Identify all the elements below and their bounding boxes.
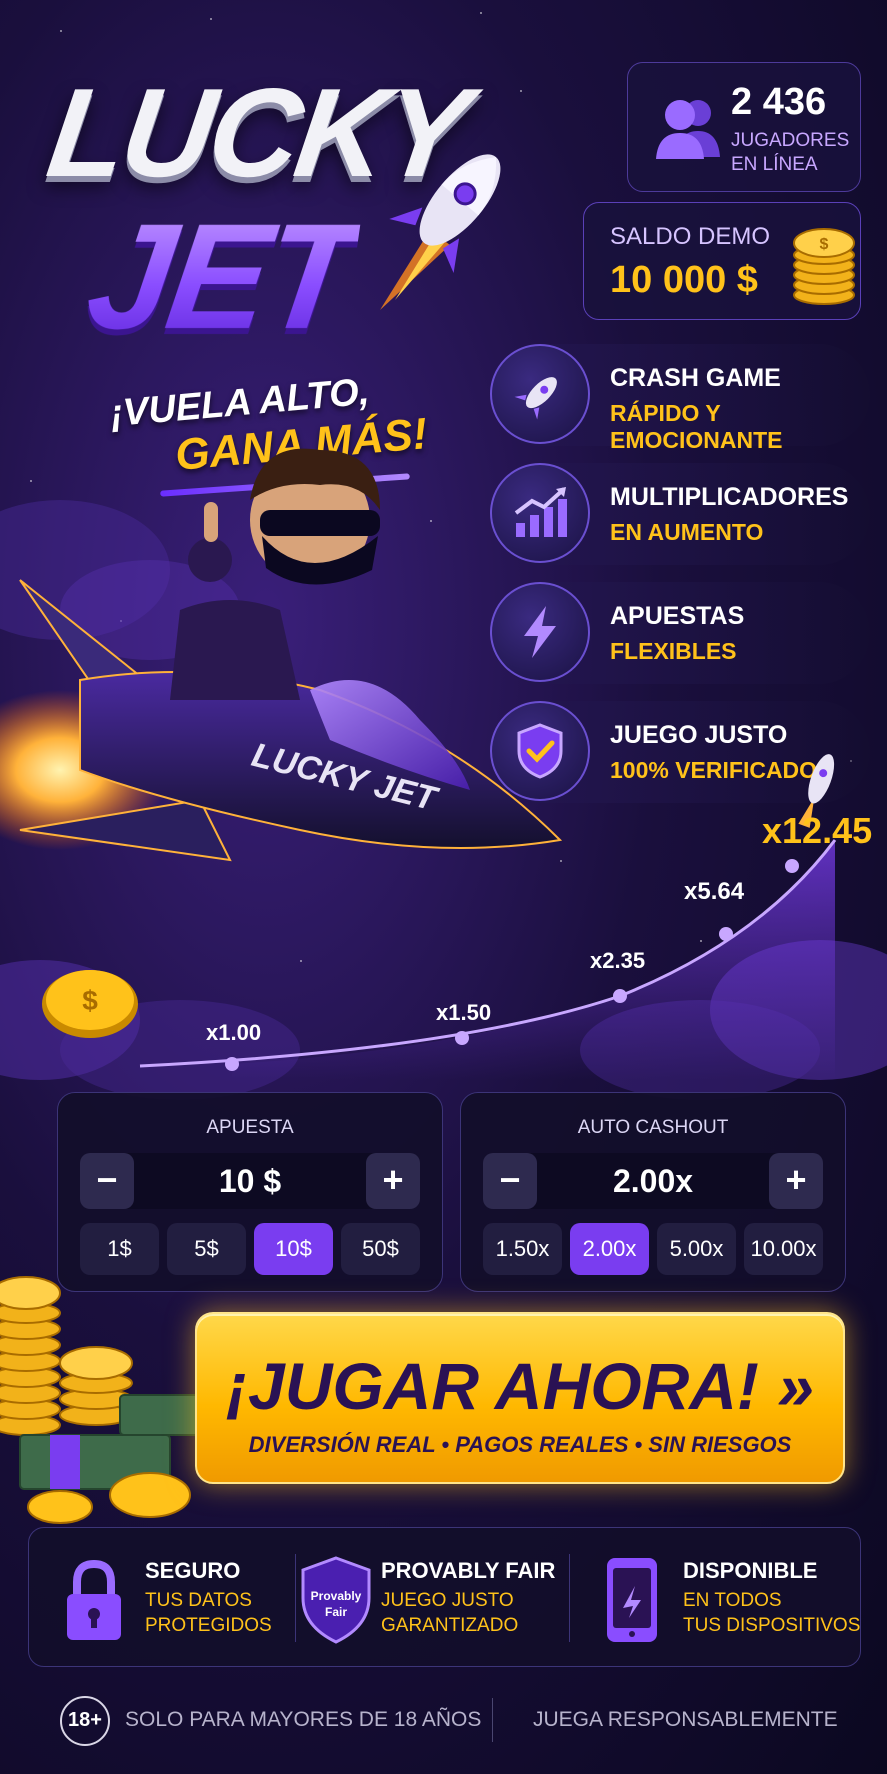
demo-balance-card: SALDO DEMO 10 000 $ $ <box>583 202 861 320</box>
cashout-chip[interactable]: 10.00x <box>744 1223 823 1275</box>
svg-text:$: $ <box>820 236 829 253</box>
multiplier-point <box>225 1057 239 1071</box>
trust-provably-fair: Provably Fair PROVABLY FAIR JUEGO JUSTO … <box>299 1552 559 1648</box>
rocket-icon <box>514 377 557 420</box>
trust-subtitle-line: TUS DISPOSITIVOS <box>683 1615 861 1636</box>
auto-cashout-panel: AUTO CASHOUT − 2.00x + 1.50x 2.00x 5.00x… <box>460 1092 846 1292</box>
trust-title: PROVABLY FAIR <box>381 1558 556 1583</box>
divider <box>295 1554 296 1642</box>
divider <box>492 1698 493 1742</box>
bet-stepper: − 10 $ + <box>80 1153 420 1209</box>
trust-subtitle: EN TODOS TUS DISPOSITIVOS <box>683 1588 860 1638</box>
multiplier-label: x1.50 <box>436 1000 492 1025</box>
multiplier-point <box>455 1031 469 1045</box>
multiplier-label: x5.64 <box>684 878 745 905</box>
cashout-chip[interactable]: 5.00x <box>657 1223 736 1275</box>
trust-subtitle-line: EN TODOS <box>683 1590 782 1611</box>
cashout-quick-chips: 1.50x 2.00x 5.00x 10.00x <box>483 1223 823 1275</box>
feature-crash-game-badge <box>490 344 590 444</box>
trust-title: SEGURO <box>145 1558 241 1583</box>
coins-icon: $ <box>793 228 855 305</box>
users-icon <box>656 100 720 159</box>
multiplier-point <box>719 927 733 941</box>
shield-badge-line2: Fair <box>325 1605 347 1619</box>
play-now-label: ¡JUGAR AHORA! » <box>226 1349 814 1423</box>
logo-rocket-icon <box>380 154 501 310</box>
feature-subtitle: EN AUMENTO <box>610 519 764 545</box>
age-restriction-text: SOLO PARA MAYORES DE 18 AÑOS <box>125 1708 482 1731</box>
multiplier-label: x2.35 <box>590 948 646 973</box>
auto-cashout-title: AUTO CASHOUT <box>577 1117 729 1138</box>
trust-subtitle: JUEGO JUSTO GARANTIZADO <box>381 1588 518 1638</box>
multiplier-point <box>785 859 799 873</box>
bet-chip[interactable]: 50$ <box>341 1223 420 1275</box>
bet-increase-button[interactable]: + <box>366 1153 420 1209</box>
trust-subtitle-line: JUEGO JUSTO <box>381 1590 514 1611</box>
cashout-multiplier-value[interactable]: 2.00x <box>553 1153 753 1209</box>
feature-title: CRASH GAME <box>610 364 781 392</box>
bet-panel-title: APUESTA <box>206 1117 294 1138</box>
trust-available: DISPONIBLE EN TODOS TUS DISPOSITIVOS <box>601 1552 860 1648</box>
age-restriction-badge: 18+ <box>60 1696 110 1746</box>
logo-jet: JET <box>78 190 365 363</box>
play-now-button[interactable]: ¡JUGAR AHORA! » DIVERSIÓN REAL • PAGOS R… <box>195 1312 845 1484</box>
feature-title: MULTIPLICADORES <box>610 483 849 511</box>
shield-badge-line1: Provably <box>311 1589 362 1603</box>
phone-icon <box>607 1558 657 1642</box>
trust-title: DISPONIBLE <box>683 1558 818 1583</box>
feature-subtitle: FLEXIBLES <box>610 638 737 664</box>
shield-provably-fair-icon: Provably Fair <box>301 1556 371 1644</box>
money-pile-illustration <box>0 1276 201 1524</box>
play-now-subtitle: DIVERSIÓN REAL • PAGOS REALES • SIN RIES… <box>248 1432 792 1457</box>
bet-chip-selected[interactable]: 10$ <box>254 1223 333 1275</box>
trust-subtitle-line: GARANTIZADO <box>381 1615 519 1636</box>
cashout-chip[interactable]: 1.50x <box>483 1223 562 1275</box>
lock-icon <box>67 1559 121 1640</box>
bet-decrease-button[interactable]: − <box>80 1153 134 1209</box>
trust-secure: SEGURO TUS DATOS PROTEGIDOS <box>63 1552 293 1648</box>
bet-amount-value[interactable]: 10 $ <box>150 1153 350 1209</box>
trust-subtitle: TUS DATOS PROTEGIDOS <box>145 1588 272 1638</box>
feature-subtitle: RÁPIDO Y EMOCIONANTE <box>610 400 783 453</box>
multiplier-point <box>613 989 627 1003</box>
cashout-stepper: − 2.00x + <box>483 1153 823 1209</box>
cashout-increase-button[interactable]: + <box>769 1153 823 1209</box>
demo-balance-label: SALDO DEMO <box>610 223 771 250</box>
feature-title: APUESTAS <box>610 602 745 630</box>
trust-features-bar: SEGURO TUS DATOS PROTEGIDOS Provably Fai… <box>28 1527 861 1667</box>
divider <box>569 1554 570 1642</box>
game-logo: LUCKY JET ¡VUELA ALTO, GANA MÁS! <box>40 40 520 497</box>
players-label: JUGADORES EN LÍNEA <box>731 130 850 175</box>
cashout-chip-selected[interactable]: 2.00x <box>570 1223 649 1275</box>
players-online-card: 2 436 JUGADORES EN LÍNEA <box>627 62 861 192</box>
footer: 18+ SOLO PARA MAYORES DE 18 AÑOS JUEGA R… <box>0 1690 887 1750</box>
trust-subtitle-line: TUS DATOS <box>145 1590 252 1611</box>
trust-subtitle-line: PROTEGIDOS <box>145 1615 272 1636</box>
multiplier-label-current: x12.45 <box>762 810 873 851</box>
feature-crash-game: CRASH GAME RÁPIDO Y EMOCIONANTE <box>490 344 870 453</box>
players-count: 2 436 <box>731 81 827 123</box>
demo-balance-value: 10 000 $ <box>610 259 758 301</box>
cashout-decrease-button[interactable]: − <box>483 1153 537 1209</box>
responsible-gaming-text[interactable]: JUEGA RESPONSABLEMENTE <box>533 1708 838 1732</box>
multiplier-label: x1.00 <box>206 1020 262 1045</box>
